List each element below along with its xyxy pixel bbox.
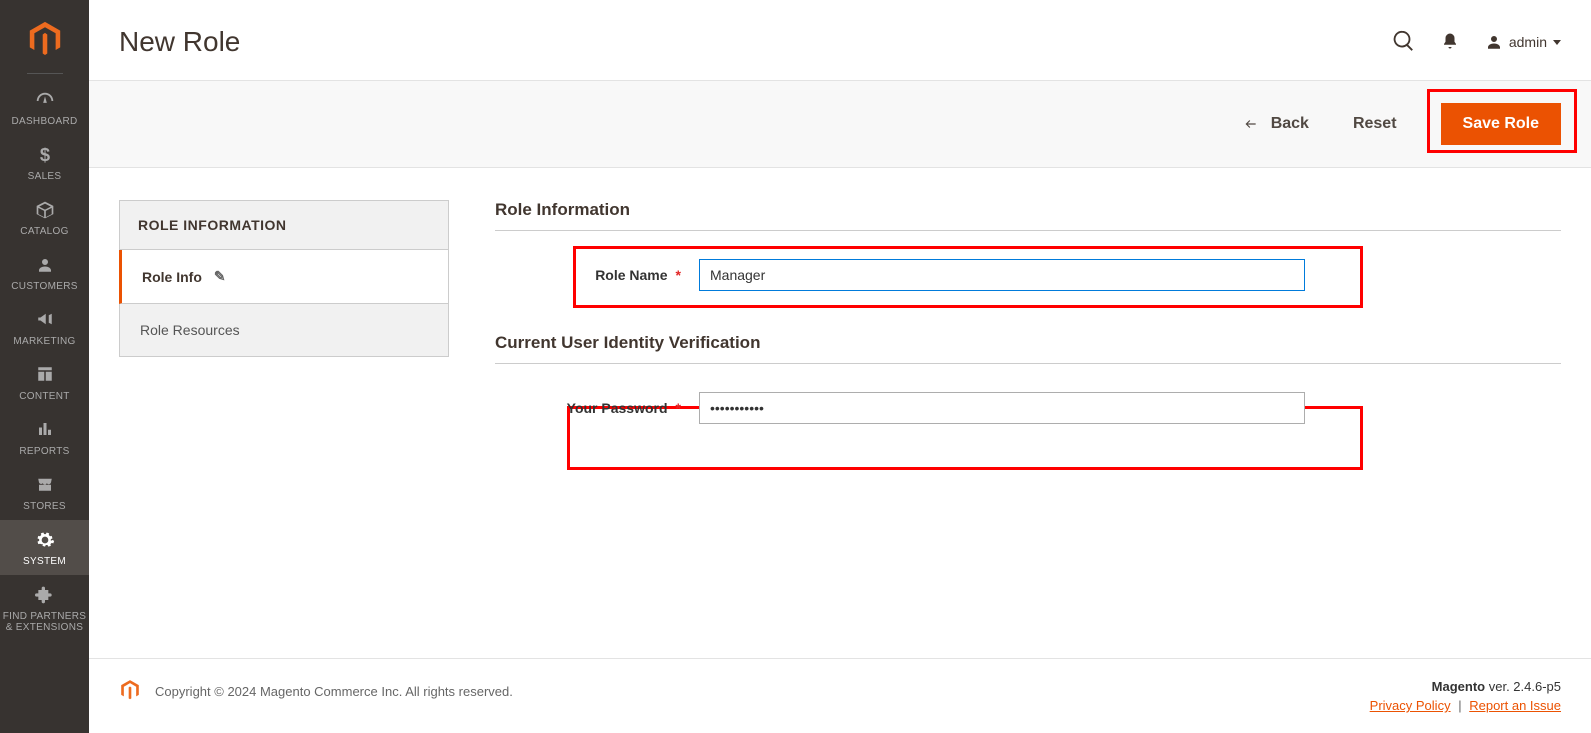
sidebar-item-stores[interactable]: STORES [0, 465, 89, 520]
required-asterisk: * [676, 267, 681, 283]
sidebar-item-dashboard[interactable]: DASHBOARD [0, 80, 89, 135]
password-input[interactable] [699, 392, 1305, 424]
sidebar-label: DASHBOARD [2, 116, 87, 127]
tabs-heading: ROLE INFORMATION [119, 200, 449, 250]
role-name-label: Role Name* [495, 267, 681, 283]
password-label: Your Password* [495, 400, 681, 416]
page-header: New Role admin [89, 0, 1591, 80]
sidebar-item-sales[interactable]: $ SALES [0, 135, 89, 190]
tab-role-info[interactable]: Role Info ✎ [119, 250, 449, 304]
reset-button[interactable]: Reset [1353, 115, 1397, 133]
gear-icon [2, 530, 87, 552]
sidebar-item-marketing[interactable]: MARKETING [0, 300, 89, 355]
sidebar-label: CATALOG [2, 226, 87, 237]
tab-label: Role Info [142, 269, 202, 285]
sidebar-label: CONTENT [2, 391, 87, 402]
page-footer: Copyright © 2024 Magento Commerce Inc. A… [89, 658, 1591, 733]
admin-sidebar: DASHBOARD $ SALES CATALOG CUSTOMERS MARK… [0, 0, 89, 733]
report-issue-link[interactable]: Report an Issue [1469, 698, 1561, 713]
required-asterisk: * [676, 400, 681, 416]
store-icon [2, 475, 87, 497]
action-bar: Back Reset Save Role [89, 80, 1591, 168]
main-content: New Role admin Back Reset Save Role ROLE… [89, 0, 1591, 733]
role-tabs: ROLE INFORMATION Role Info ✎ Role Resour… [119, 200, 449, 626]
sidebar-label: SYSTEM [2, 556, 87, 567]
role-name-input[interactable] [699, 259, 1305, 291]
sidebar-divider [27, 73, 63, 74]
page-title: New Role [119, 26, 240, 58]
user-name: admin [1509, 34, 1547, 50]
sidebar-item-system[interactable]: SYSTEM [0, 520, 89, 575]
content-columns: ROLE INFORMATION Role Info ✎ Role Resour… [89, 168, 1591, 658]
back-label: Back [1271, 115, 1309, 133]
tab-role-resources[interactable]: Role Resources [119, 304, 449, 357]
fieldset-legend: Current User Identity Verification [495, 333, 1561, 364]
user-icon [1485, 33, 1503, 51]
back-button[interactable]: Back [1241, 115, 1309, 133]
footer-links: Privacy Policy | Report an Issue [1370, 698, 1561, 713]
puzzle-icon [2, 585, 87, 607]
magento-footer-logo-icon [119, 679, 141, 704]
box-icon [2, 200, 87, 222]
form-area: Role Information Role Name* Current User… [495, 200, 1561, 626]
footer-right: Magento ver. 2.4.6-p5 Privacy Policy | R… [1370, 679, 1561, 713]
dashboard-icon [2, 90, 87, 112]
fieldset-role-information: Role Information Role Name* [495, 200, 1561, 295]
search-icon[interactable] [1393, 30, 1415, 55]
chevron-down-icon [1553, 40, 1561, 45]
privacy-policy-link[interactable]: Privacy Policy [1370, 698, 1451, 713]
sidebar-item-content[interactable]: CONTENT [0, 355, 89, 410]
layout-icon [2, 365, 87, 387]
field-role-name: Role Name* [495, 255, 1561, 295]
footer-left: Copyright © 2024 Magento Commerce Inc. A… [119, 679, 513, 704]
svg-text:$: $ [39, 145, 49, 165]
megaphone-icon [2, 310, 87, 332]
person-icon [2, 255, 87, 277]
bell-icon[interactable] [1441, 31, 1459, 54]
sidebar-item-reports[interactable]: REPORTS [0, 410, 89, 465]
sidebar-label: SALES [2, 171, 87, 182]
copyright-text: Copyright © 2024 Magento Commerce Inc. A… [155, 684, 513, 699]
header-actions: admin [1393, 30, 1561, 55]
save-role-button[interactable]: Save Role [1441, 103, 1561, 145]
tab-label: Role Resources [140, 322, 240, 338]
sidebar-item-customers[interactable]: CUSTOMERS [0, 245, 89, 300]
version-text: Magento ver. 2.4.6-p5 [1370, 679, 1561, 694]
sidebar-label: MARKETING [2, 336, 87, 347]
field-password: Your Password* [495, 388, 1561, 428]
pencil-icon: ✎ [214, 268, 226, 285]
arrow-left-icon [1241, 117, 1261, 131]
separator: | [1458, 698, 1461, 713]
bars-icon [2, 420, 87, 442]
sidebar-label: REPORTS [2, 446, 87, 457]
sidebar-item-catalog[interactable]: CATALOG [0, 190, 89, 245]
magento-logo-icon [26, 20, 64, 58]
sidebar-label: STORES [2, 501, 87, 512]
fieldset-legend: Role Information [495, 200, 1561, 231]
fieldset-identity-verification: Current User Identity Verification Your … [495, 333, 1561, 428]
user-menu[interactable]: admin [1485, 33, 1561, 51]
sidebar-item-partners[interactable]: FIND PARTNERS & EXTENSIONS [0, 575, 89, 641]
sidebar-label: CUSTOMERS [2, 281, 87, 292]
dollar-icon: $ [2, 145, 87, 167]
sidebar-label: FIND PARTNERS & EXTENSIONS [2, 611, 87, 633]
magento-logo[interactable] [26, 10, 64, 73]
